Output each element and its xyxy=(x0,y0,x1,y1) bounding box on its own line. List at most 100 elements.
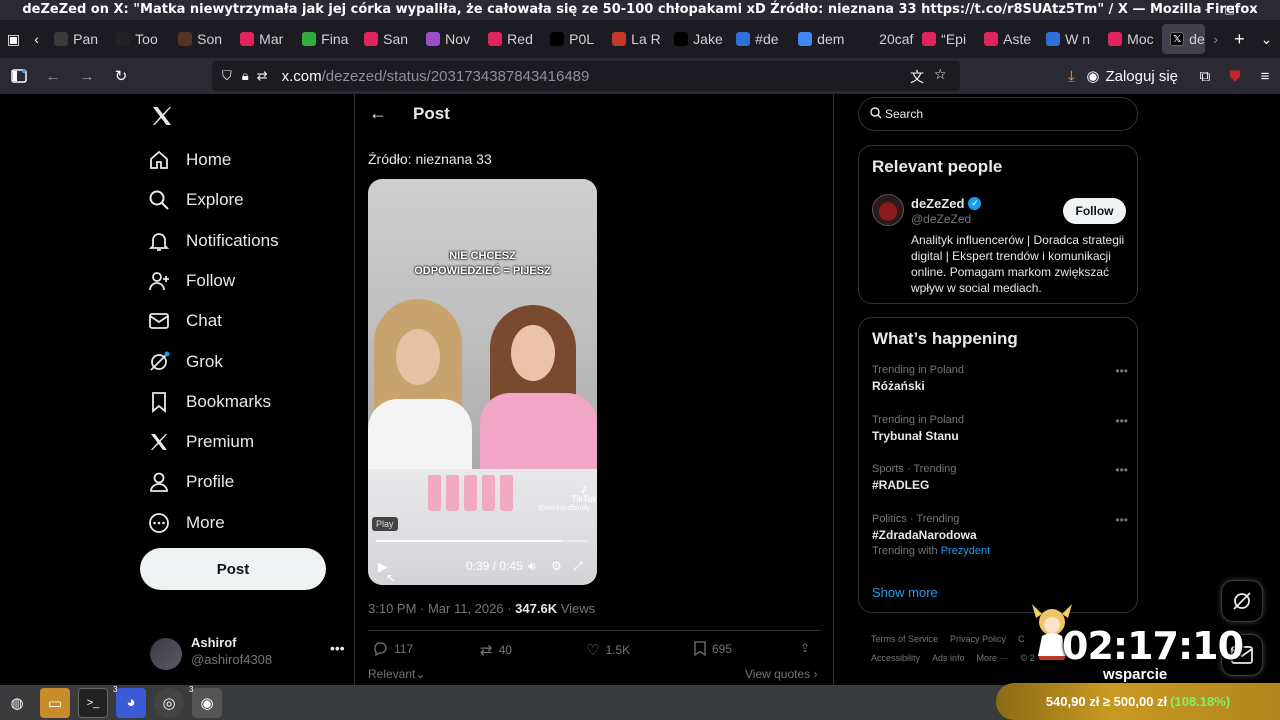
account-handle: @ashirof4308 xyxy=(191,652,273,667)
ublock-icon[interactable]: ⛊ xyxy=(1220,68,1250,85)
nav-item-premium[interactable]: Premium xyxy=(148,422,254,462)
url-text[interactable]: x.com/dezezed/status/2031734387843416489 xyxy=(282,68,590,85)
video-player[interactable]: NIE CHCESZ ODPOWIEDZIEĆ = PIJESZ ♪ TikTo… xyxy=(368,179,597,585)
nav-item-bookmarks[interactable]: Bookmarks xyxy=(148,382,271,422)
obs-icon[interactable]: ◎ xyxy=(154,687,184,718)
nav-item-chat[interactable]: Chat xyxy=(148,301,222,341)
tab-15[interactable]: Aste xyxy=(976,20,1038,58)
lock-icon[interactable]: 🔒︎ xyxy=(242,68,249,84)
youtube-icon xyxy=(1108,32,1123,46)
tab-3[interactable]: Mar xyxy=(232,20,294,58)
support-label: wsparcie xyxy=(1103,666,1168,683)
volume-icon[interactable]: 🔊︎ xyxy=(528,559,536,574)
footer-link[interactable]: More ··· xyxy=(977,653,1009,663)
tab-12[interactable]: dem xyxy=(790,20,852,58)
tab-5[interactable]: San xyxy=(356,20,418,58)
tab-11[interactable]: #de xyxy=(728,20,790,58)
tab-7[interactable]: Red xyxy=(480,20,542,58)
tab-9[interactable]: La R xyxy=(604,20,666,58)
tab-6[interactable]: Nov xyxy=(418,20,480,58)
tab-scroll-right-icon[interactable]: › xyxy=(1205,20,1226,58)
footer-link[interactable]: Privacy Policy xyxy=(950,634,1006,644)
nav-item-grok[interactable]: Grok xyxy=(148,342,223,382)
firefox-icon[interactable]: 3 ◕ xyxy=(113,685,146,718)
file-manager-icon[interactable]: ▭ xyxy=(40,687,70,718)
bookmark-button[interactable]: 695 xyxy=(694,641,732,656)
tab-overview-icon[interactable]: ▣ xyxy=(0,20,27,58)
footer-link[interactable]: C xyxy=(1018,634,1025,644)
tab-16[interactable]: W n xyxy=(1038,20,1100,58)
trend-item[interactable]: Trending in Poland Trybunał Stanu ••• xyxy=(872,414,1132,443)
tab-10[interactable]: Jake xyxy=(666,20,728,58)
sort-replies-dropdown[interactable]: Relevant⌄ xyxy=(368,667,425,681)
more-dots-icon[interactable]: ••• xyxy=(1115,463,1128,477)
tab-2[interactable]: Son xyxy=(170,20,232,58)
translate-icon[interactable]: 文 xyxy=(910,67,924,87)
start-menu-icon[interactable]: ◍ xyxy=(2,688,32,718)
video-progress-bar[interactable] xyxy=(376,540,589,542)
more-dots-icon[interactable]: ••• xyxy=(1115,513,1128,527)
menu-icon[interactable]: ≡ xyxy=(1250,68,1280,85)
account-switcher[interactable]: Ashirof @ashirof4308 ••• xyxy=(148,634,345,674)
reply-icon xyxy=(374,642,387,657)
follow-button[interactable]: Follow xyxy=(1063,198,1126,224)
back-arrow-icon[interactable]: ← xyxy=(369,103,387,124)
sidebar-toggle-icon[interactable] xyxy=(4,61,34,91)
tab-8[interactable]: P0L xyxy=(542,20,604,58)
tab-active[interactable]: 𝕏 de ✕ xyxy=(1162,24,1206,54)
tab-13[interactable]: 20caf2 xyxy=(852,20,914,58)
nav-item-profile[interactable]: Profile xyxy=(148,462,234,502)
footer-link[interactable]: Terms of Service xyxy=(871,634,938,644)
terminal-icon[interactable]: >_ xyxy=(78,687,108,718)
more-dots-icon[interactable]: ••• xyxy=(1115,414,1128,428)
permissions-icon[interactable]: ⇄ xyxy=(257,68,268,84)
footer-link[interactable]: Accessibility xyxy=(871,653,920,663)
shield-icon xyxy=(612,32,627,46)
reload-icon[interactable]: ↻ xyxy=(106,61,136,91)
nav-item-follow[interactable]: Follow xyxy=(148,261,235,301)
nav-item-notifications[interactable]: Notifications xyxy=(148,221,279,261)
eye-app-icon[interactable]: 3 ◉ xyxy=(189,685,222,718)
tracking-shield-icon[interactable]: ⛉ xyxy=(222,68,232,84)
x-logo-icon[interactable] xyxy=(150,104,174,128)
view-quotes-link[interactable]: View quotes › xyxy=(745,667,818,681)
trend-item[interactable]: Trending in Poland Różański ••• xyxy=(872,364,1132,393)
repost-button[interactable]: ⇄ 40 xyxy=(480,641,512,659)
fullscreen-icon[interactable]: ⤢ xyxy=(573,559,583,574)
like-button[interactable]: ♡ 1.5K xyxy=(586,641,630,659)
post-button[interactable]: Post xyxy=(140,548,326,590)
avatar[interactable] xyxy=(872,194,904,226)
nav-item-home[interactable]: Home xyxy=(148,140,231,180)
too-icon xyxy=(116,32,131,46)
x-icon xyxy=(674,32,689,46)
tab-1[interactable]: Too xyxy=(108,20,170,58)
url-bar[interactable]: ⛉ 🔒︎ ⇄ x.com/dezezed/status/203173438784… xyxy=(212,61,960,91)
list-all-tabs-icon[interactable]: ⌄ xyxy=(1253,20,1280,58)
tab-4[interactable]: Fina xyxy=(294,20,356,58)
account-button[interactable]: ◉ Zaloguj się xyxy=(1086,67,1178,86)
show-more-link[interactable]: Show more xyxy=(872,585,938,600)
window-controls[interactable]: –□✕ xyxy=(1205,0,1272,20)
reply-button[interactable]: 117 xyxy=(372,641,413,657)
trend-item[interactable]: Politics · Trending #ZdradaNarodowa Trendi… xyxy=(872,513,1132,557)
nav-item-more[interactable]: More xyxy=(148,503,225,543)
share-icon[interactable]: ⇪ xyxy=(800,641,810,655)
back-icon[interactable]: ← xyxy=(38,61,68,91)
nav-item-explore[interactable]: Explore xyxy=(148,180,244,220)
bookmark-star-icon[interactable]: ☆ xyxy=(934,66,947,83)
more-dots-icon[interactable]: ••• xyxy=(1115,364,1128,378)
tab-14[interactable]: “Epi xyxy=(914,20,976,58)
new-tab-icon[interactable]: + xyxy=(1226,20,1253,58)
downloads-icon[interactable]: ⤓ xyxy=(1056,68,1086,85)
search-input[interactable]: Search xyxy=(858,97,1138,131)
person-name[interactable]: deZeZed ✓ xyxy=(911,196,982,211)
grok-button[interactable] xyxy=(1221,580,1263,622)
tab-0[interactable]: Pan xyxy=(46,20,108,58)
trend-item[interactable]: Sports · Trending #RADLEG ••• xyxy=(872,463,1132,492)
footer-link[interactable]: Ads info xyxy=(932,653,965,663)
extensions-icon[interactable]: ⧉ xyxy=(1190,68,1220,85)
tab-17[interactable]: Moc xyxy=(1100,20,1162,58)
tab-scroll-left-icon[interactable]: ‹ xyxy=(27,20,46,58)
forward-icon[interactable]: → xyxy=(72,61,102,91)
settings-gear-icon[interactable]: ⚙ xyxy=(551,559,562,573)
